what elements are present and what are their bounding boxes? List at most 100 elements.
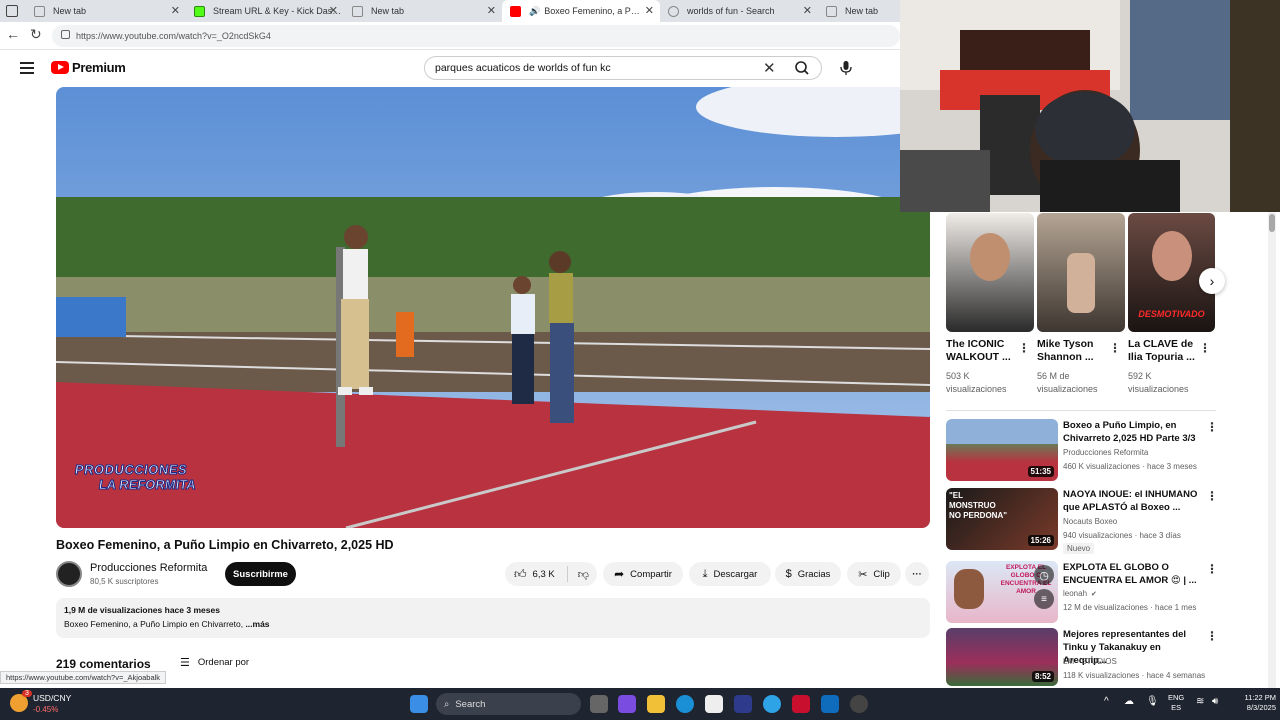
recommended-channel[interactable]: Producciones Reformita (1063, 448, 1148, 457)
shorts-next-button[interactable]: › (1199, 268, 1225, 294)
voice-search-button[interactable] (834, 56, 858, 80)
browser-tab[interactable]: New tab (818, 0, 900, 22)
channel-name[interactable]: Producciones Reformita (90, 562, 207, 574)
tab-page-icon (826, 5, 837, 17)
more-actions-button[interactable]: ··· (905, 562, 929, 586)
language-indicator[interactable]: ENG ES (1168, 693, 1184, 713)
recommended-title[interactable]: EXPLOTA EL GLOBO O ENCUENTRA EL AMOR 😍 |… (1063, 561, 1198, 587)
recommended-channel[interactable]: leonah (1063, 589, 1087, 598)
short-menu-icon[interactable]: ⋮ (1199, 341, 1211, 355)
browser-tab[interactable]: Stream URL & Key - Kick Dashbo... ✕ (186, 0, 344, 22)
short-menu-icon[interactable]: ⋮ (1018, 341, 1030, 355)
video-player[interactable]: PRODUCCIONES LA REFORMITA (56, 87, 930, 528)
chevron-right-icon: › (1209, 273, 1215, 289)
antivirus-icon[interactable] (792, 695, 810, 713)
wifi-icon[interactable]: ≋ (1196, 696, 1204, 707)
channel-avatar[interactable] (56, 561, 82, 587)
recommended-channel[interactable]: LM - STUDIOS (1063, 657, 1117, 666)
chevron-up-icon[interactable]: ^ (1104, 696, 1109, 707)
recommended-title[interactable]: Boxeo a Puño Limpio, en Chivarreto 2,025… (1063, 419, 1198, 445)
video-thumbnail[interactable]: "EL MONSTRUO NO PERDONA" 15:26 (946, 488, 1058, 550)
close-tab-icon[interactable]: ✕ (645, 4, 654, 17)
close-tab-icon[interactable]: ✕ (171, 4, 180, 17)
clear-search-icon[interactable]: ✕ (763, 59, 776, 77)
short-thumbnail[interactable] (946, 213, 1034, 332)
short-menu-icon[interactable]: ⋮ (1109, 341, 1121, 355)
clip-button[interactable]: ✂ Clip (847, 562, 901, 586)
volume-icon[interactable]: 🔊︎ (1212, 696, 1218, 707)
short-overlay-text: DESMOTIVADO (1138, 309, 1205, 319)
video-thumbnail[interactable]: 8:52 (946, 628, 1058, 686)
kick-icon (194, 5, 205, 17)
sort-comments-button[interactable]: ☰ Ordenar por (180, 656, 249, 669)
address-bar[interactable]: https://www.youtube.com/watch?v=_O2ncdSk… (52, 25, 900, 47)
scrollbar-thumb[interactable] (1269, 214, 1275, 232)
thumbs-down-icon: 👎︎ (577, 568, 589, 581)
thanks-button[interactable]: $ Gracias (775, 562, 841, 586)
cloud-icon[interactable]: ☁ (1124, 696, 1134, 707)
like-button[interactable]: 👍︎ 6,3 K (514, 567, 555, 582)
search-icon (795, 61, 809, 75)
subscribe-button[interactable]: Suscribirme (225, 562, 296, 586)
video-menu-icon[interactable]: ⋮ (1206, 562, 1218, 576)
close-tab-icon[interactable]: ✕ (487, 4, 496, 17)
recommended-title[interactable]: NAOYA INOUE: el INHUMANO que APLASTÓ al … (1063, 488, 1198, 514)
tab-actions-icon[interactable] (6, 5, 18, 17)
browser-tab-active[interactable]: 🔊 Boxeo Femenino, a Puño Lir... ✕ (502, 0, 660, 22)
back-arrow-icon[interactable]: ← (6, 26, 20, 42)
edge-icon[interactable] (676, 695, 694, 713)
ticker-name[interactable]: USD/CNY (33, 693, 71, 703)
share-button[interactable]: ➦ Compartir (603, 562, 683, 586)
recommended-meta: 460 K visualizaciones · hace 3 meses (1063, 462, 1197, 471)
comments-count: 219 comentarios (56, 657, 151, 671)
task-view-icon[interactable] (590, 695, 608, 713)
browser-tab[interactable]: worlds of fun - Search ✕ (660, 0, 818, 22)
audio-playing-icon[interactable]: 🔊 (529, 6, 540, 17)
description-box[interactable]: 1,9 M de visualizaciones hace 3 meses Bo… (56, 598, 930, 638)
browser-tab[interactable]: New tab ✕ (26, 0, 186, 22)
new-badge: Nuevo (1063, 543, 1095, 554)
weather-widget-icon[interactable]: 3 (10, 690, 32, 712)
video-menu-icon[interactable]: ⋮ (1206, 420, 1218, 434)
short-title[interactable]: The ICONIC WALKOUT ... (946, 338, 1016, 364)
obs-icon[interactable] (850, 695, 868, 713)
youtube-premium-logo[interactable]: Premium (51, 60, 126, 75)
video-menu-icon[interactable]: ⋮ (1206, 629, 1218, 643)
microphone-icon[interactable]: 🎙︎ (1146, 696, 1159, 707)
dislike-button[interactable]: 👎︎ (578, 568, 589, 581)
video-menu-icon[interactable]: ⋮ (1206, 489, 1218, 503)
close-tab-icon[interactable]: ✕ (803, 4, 812, 17)
recommended-channel[interactable]: Nocauts Boxeo (1063, 517, 1117, 526)
webcam-frame (900, 0, 1280, 212)
video-thumbnail[interactable]: 51:35 (946, 419, 1058, 481)
file-explorer-icon[interactable] (647, 695, 665, 713)
copilot-icon[interactable] (618, 695, 636, 713)
download-button[interactable]: ⤓ Descargar (689, 562, 771, 586)
app-icon[interactable] (734, 695, 752, 713)
chrome-icon[interactable] (763, 695, 781, 713)
browser-tab[interactable]: New tab ✕ (344, 0, 502, 22)
show-more-link[interactable]: ...más (245, 619, 269, 629)
watch-later-icon[interactable]: ◷ (1034, 565, 1054, 585)
search-button[interactable] (787, 56, 817, 80)
outlook-icon[interactable] (821, 695, 839, 713)
taskbar-search-box[interactable]: ⌕ Search (436, 693, 581, 715)
close-tab-icon[interactable]: ✕ (329, 4, 338, 17)
sort-icon: ☰ (180, 657, 190, 669)
video-thumbnail[interactable]: EXPLOTA EL GLOBO O ENCUENTRA EL AMOR ◷ ≡ (946, 561, 1058, 623)
short-views: 592 K visualizaciones (1128, 371, 1189, 394)
short-thumbnail[interactable] (1037, 213, 1125, 332)
menu-icon[interactable] (20, 62, 34, 74)
short-title[interactable]: La CLAVE de Ilia Topuria ... (1128, 338, 1198, 364)
reload-icon[interactable]: ↻ (30, 26, 42, 43)
browser-toolbar: ← ↻ https://www.youtube.com/watch?v=_O2n… (0, 22, 900, 50)
store-icon[interactable] (705, 695, 723, 713)
page-scrollbar[interactable] (1268, 212, 1276, 688)
recommended-meta: 12 M de visualizaciones · hace 1 mes (1063, 603, 1197, 612)
short-title[interactable]: Mike Tyson Shannon ... (1037, 338, 1107, 364)
add-to-queue-icon[interactable]: ≡ (1034, 589, 1054, 609)
boxer-right (549, 251, 574, 423)
windows-start-icon[interactable] (410, 695, 428, 713)
site-info-icon[interactable] (61, 30, 70, 39)
clock[interactable]: 11:22 PM 8/3/2025 (1228, 693, 1276, 713)
